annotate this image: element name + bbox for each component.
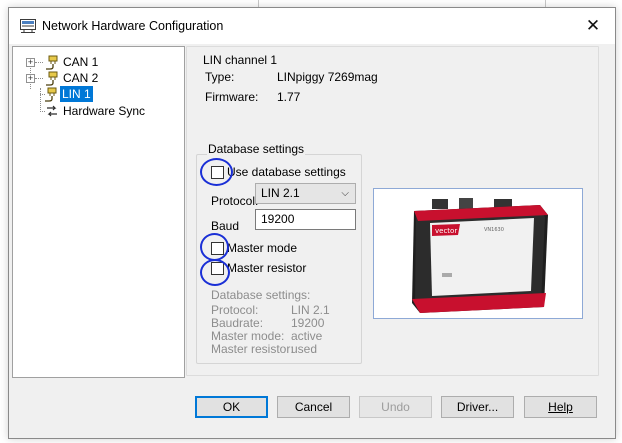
master-mode-label: Master mode <box>227 241 298 255</box>
sync-icon <box>47 105 57 117</box>
master-resistor-label: Master resistor <box>227 261 307 275</box>
firmware-value: 1.77 <box>277 90 301 104</box>
expand-can2-button[interactable]: + <box>26 74 35 83</box>
firmware-label: Firmware: <box>205 90 259 104</box>
device-brand-text: vector <box>435 227 457 235</box>
channel-plug-icon <box>45 87 57 102</box>
tree-item-can2[interactable]: CAN 2 <box>61 70 100 86</box>
cancel-button[interactable]: Cancel <box>277 396 350 418</box>
tree-connector <box>40 88 41 112</box>
undo-button: Undo <box>359 396 432 418</box>
db-info-master-mode-label: Master mode: <box>211 329 285 343</box>
protocol-select-value: LIN 2.1 <box>261 186 300 200</box>
close-icon: ✕ <box>585 16 601 35</box>
device-photo: vector VN1630 <box>373 188 583 319</box>
type-value: LINpiggy 7269mag <box>277 70 378 84</box>
tree-item-hardware-sync[interactable]: Hardware Sync <box>61 103 147 119</box>
help-button-label: Help <box>548 400 573 414</box>
chevron-down-icon: ⌵ <box>341 188 349 199</box>
tree-connector <box>35 78 43 79</box>
db-info-protocol-value: LIN 2.1 <box>291 303 330 317</box>
background-window-edge <box>545 0 546 7</box>
help-button[interactable]: Help <box>524 396 597 418</box>
protocol-select[interactable]: LIN 2.1 ⌵ <box>255 183 356 204</box>
tree-item-can1[interactable]: CAN 1 <box>61 54 100 70</box>
db-info-master-resistor-value: used <box>291 342 318 356</box>
channel-plug-icon <box>46 71 58 86</box>
db-info-protocol-label: Protocol: <box>211 303 259 317</box>
vector-interface-device-image: vector VN1630 <box>412 198 548 313</box>
baud-input[interactable]: 19200 <box>255 209 356 230</box>
tree-connector <box>35 62 43 63</box>
hardware-tree[interactable] <box>12 46 185 378</box>
database-settings-title: Database settings <box>207 142 306 156</box>
title-bar: Network Hardware Configuration ✕ <box>9 8 615 44</box>
db-info-master-resistor-label: Master resistor: <box>211 342 294 356</box>
ok-button[interactable]: OK <box>195 396 268 418</box>
baud-label: Baud <box>211 219 240 233</box>
device-model-text: VN1630 <box>484 227 504 233</box>
master-resistor-checkbox[interactable] <box>211 262 224 275</box>
db-info-heading: Database settings: <box>211 288 311 302</box>
db-info-master-mode-value: active <box>291 329 323 343</box>
close-button[interactable]: ✕ <box>571 8 615 44</box>
db-info-baudrate-value: 19200 <box>291 316 325 330</box>
tree-item-lin1[interactable]: LIN 1 <box>60 86 93 102</box>
use-database-settings-checkbox[interactable] <box>211 166 224 179</box>
network-config-icon <box>20 19 36 33</box>
window-title: Network Hardware Configuration <box>42 19 224 33</box>
background-window-edge <box>258 0 259 7</box>
expand-can1-button[interactable]: + <box>26 58 35 67</box>
type-label: Type: <box>205 70 235 84</box>
master-mode-checkbox[interactable] <box>211 242 224 255</box>
db-info-baudrate-label: Baudrate: <box>211 316 264 330</box>
driver-button[interactable]: Driver... <box>441 396 514 418</box>
channel-plug-icon <box>46 55 58 70</box>
channel-heading: LIN channel 1 <box>203 53 278 67</box>
protocol-label: Protocol: <box>211 194 259 208</box>
baud-input-value: 19200 <box>261 212 295 226</box>
use-database-settings-label: Use database settings <box>227 165 346 179</box>
